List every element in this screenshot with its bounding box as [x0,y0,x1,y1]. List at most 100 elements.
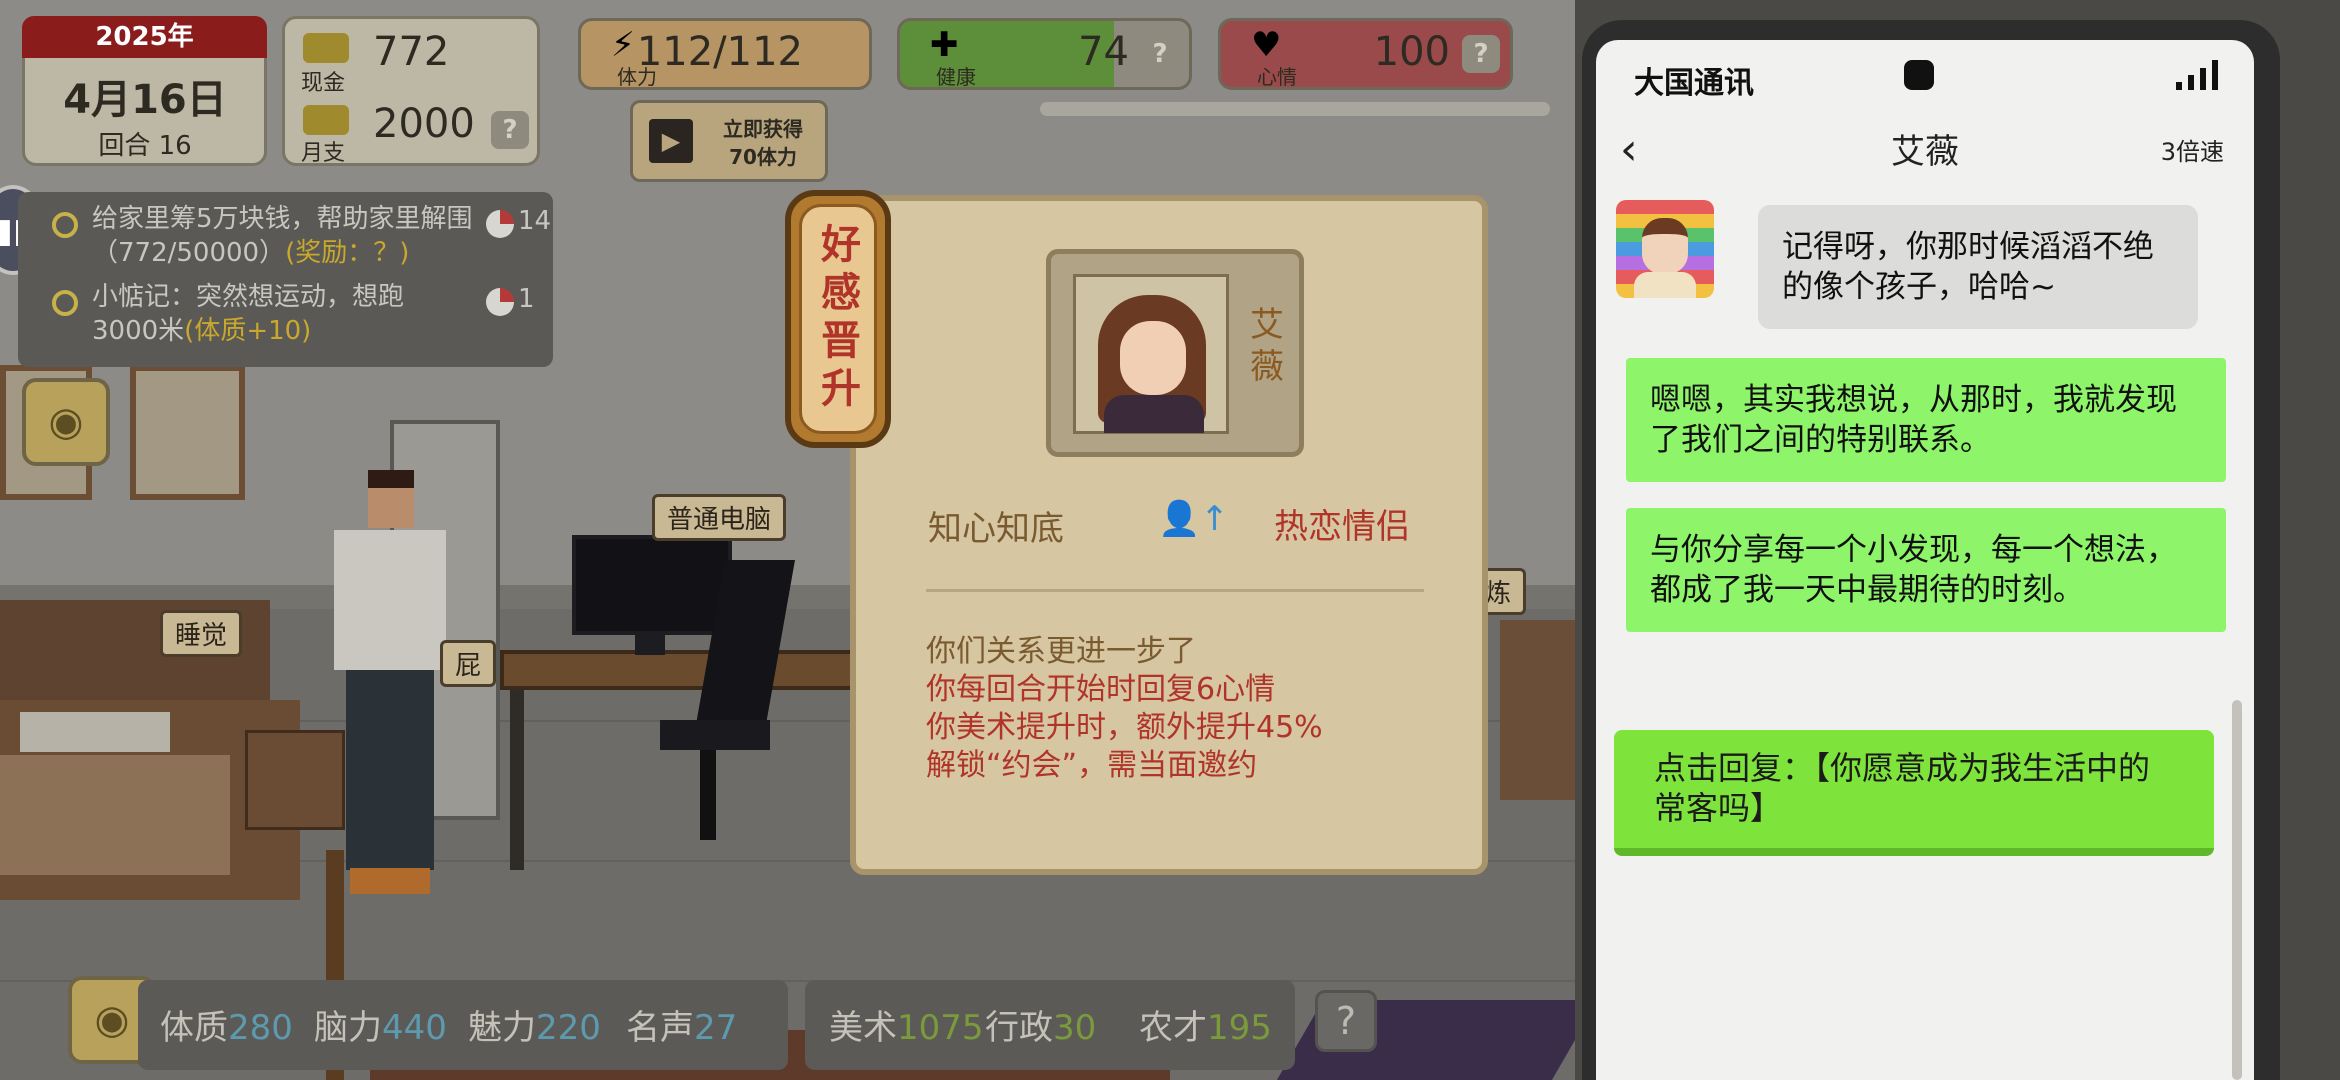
physique-value: 280 [228,1008,293,1048]
relationship-up-icon: 👤↑ [1158,499,1229,539]
task-text: 给家里筹5万块钱，帮助家里解围（772/50000） [92,204,473,268]
bed-pillow [20,712,170,752]
player-shoes [350,868,430,894]
task-progress-icon [486,288,514,316]
watch-video-stamina-button[interactable]: ▶ 立即获得 70体力 [630,100,828,182]
relationship-to-level: 热恋情侣 [1274,507,1410,547]
art-stat: 美术1075 [829,1000,984,1049]
mood-label: 心情 [1257,65,1297,89]
admin-stat: 行政30 [985,1000,1096,1049]
health-cross-icon: ✚ [930,25,959,65]
task-progress-icon [486,210,514,238]
task-count: 1 [518,284,535,314]
computer-monitor[interactable] [572,535,732,635]
health-pill: ✚ 健康 74 ? [897,18,1192,90]
admin-label: 行政 [985,1008,1053,1048]
contact-avatar [1616,200,1714,298]
chat-scrollbar[interactable] [2232,700,2242,1080]
mood-value: 100 [1373,29,1450,75]
heart-icon: ♥ [1251,25,1282,65]
chat-title: 艾薇 [1891,132,1959,172]
cash-label: 现金 [301,71,346,96]
relationship-popup[interactable]: 艾薇 知心知底 👤↑ 热恋情侣 你们关系更进一步了 你每回合开始时回复6心情 你… [850,195,1488,875]
video-reward-label: 立即获得 70体力 [723,117,803,169]
task-checkbox-icon[interactable] [52,212,78,238]
toilet-tag[interactable]: 屁 [440,640,497,687]
status-underbar [1040,102,1550,116]
monthly-label: 月支 [301,141,346,166]
farm-label: 农才 [1139,1008,1207,1048]
brain-value: 440 [382,1008,447,1048]
brain-label: 脑力 [314,1008,382,1048]
bed-blanket [0,755,230,875]
charm-value: 220 [536,1008,601,1048]
camera-notch [1904,60,1934,90]
portrait-frame: 艾薇 [1046,249,1304,457]
charm-label: 魅力 [468,1008,536,1048]
mood-help-icon[interactable]: ? [1462,35,1500,73]
task-count: 14 [518,206,552,236]
avatar-body [1634,272,1696,298]
cash-coin-icon [303,33,349,63]
physique-stat: 体质280 [160,1000,293,1049]
avatar-face [1642,218,1688,274]
attribute-bar-right: 美术1075 行政30 农才195 [805,980,1295,1070]
brain-stat: 脑力440 [314,1000,447,1049]
task-item[interactable]: 小惦记：突然想运动，想跑3000米(体质+10) [92,280,432,348]
popup-divider [926,589,1424,592]
monitor-stand [635,635,665,655]
banner-inner: 好感晋升 [799,204,877,434]
speed-toggle[interactable]: 3倍速 [2161,132,2224,167]
player-pants [346,670,434,870]
favor-up-banner: 好感晋升 [785,190,891,448]
round-label: 回合 16 [98,131,192,161]
admin-value: 30 [1053,1008,1097,1048]
health-value: 74 [1078,29,1129,75]
office-chair-seat [660,720,770,750]
farm-value: 195 [1207,1008,1272,1048]
lightning-icon: ⚡ [611,25,635,65]
attributes-help-icon[interactable]: ? [1315,990,1377,1052]
effect-line: 你每回合开始时回复6心情 [926,672,1276,707]
physique-label: 体质 [160,1008,228,1048]
player-head [368,470,414,528]
office-chair-base [700,750,716,840]
film-play-icon: ▶ [649,119,693,163]
back-chevron-icon[interactable]: ‹ [1620,124,1638,175]
task-item[interactable]: 给家里筹5万块钱，帮助家里解围（772/50000）(奖励：？) [92,202,502,270]
effect-line: 解锁“约会”，需当面邀约 [926,748,1258,783]
phone-screen: 大国通讯 艾薇 ‹ 3倍速 记得呀，你那时候滔滔不绝的像个孩子，哈哈~ 嗯嗯，其… [1596,40,2254,1080]
mood-pill: ♥ 心情 100 ? [1218,18,1513,90]
sleep-tag[interactable]: 睡觉 [160,610,243,657]
task-checkbox-icon[interactable] [52,290,78,316]
character-portrait [1073,274,1229,434]
fame-label: 名声 [626,1008,694,1048]
effect-line: 你们关系更进一步了 [926,634,1196,669]
monthly-coin-icon [303,105,349,135]
outgoing-message: 与你分享每一个小发现，每一个想法，都成了我一天中最期待的时刻。 [1626,508,2226,632]
computer-tag[interactable]: 普通电脑 [652,494,787,541]
attribute-bar-left: 体质280 脑力440 魅力220 名声27 [138,980,788,1070]
outgoing-message: 嗯嗯，其实我想说，从那时，我就发现了我们之间的特别联系。 [1626,358,2226,482]
signal-icon [2176,60,2220,90]
money-panel: 现金 772 月支 2000 ? [282,16,540,166]
portrait-body [1104,395,1204,433]
monthly-value: 2000 [373,101,475,147]
health-help-icon[interactable]: ? [1141,35,1179,73]
monthly-help-icon[interactable]: ? [491,111,529,149]
stamina-pill: ⚡ 体力 112/112 [578,18,872,90]
painting-dog [130,365,245,500]
banner-text: 好感晋升 [821,222,861,412]
effect-line: 你美术提升时，额外提升45% [926,710,1323,745]
view-eye-icon[interactable]: ◉ [22,378,110,466]
exercise-bike[interactable] [1500,620,1575,800]
task-reward: (奖励：？) [285,238,410,268]
art-value: 1075 [897,1008,984,1048]
charm-stat: 魅力220 [468,1000,601,1049]
art-label: 美术 [829,1008,897,1048]
incoming-message: 记得呀，你那时候滔滔不绝的像个孩子，哈哈~ [1758,205,2198,329]
carrier-name: 大国通讯 [1634,66,1754,101]
desk-leg [510,690,524,870]
reply-button[interactable]: 点击回复：【你愿意成为我生活中的常客吗】 [1614,730,2214,856]
task-panel: 给家里筹5万块钱，帮助家里解围（772/50000）(奖励：？) 14 小惦记：… [18,192,553,367]
